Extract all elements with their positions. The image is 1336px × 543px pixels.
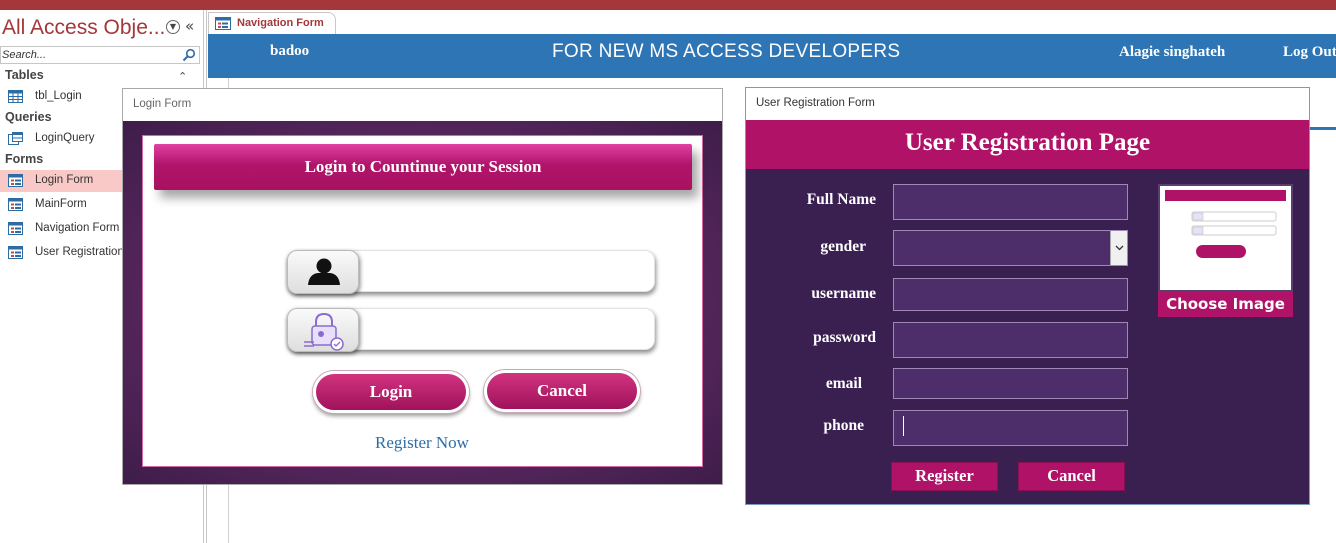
gender-select[interactable] bbox=[893, 230, 1128, 266]
password-field[interactable] bbox=[287, 308, 655, 352]
cancel-button[interactable]: Cancel bbox=[484, 370, 640, 412]
search-placeholder: Search... bbox=[2, 49, 47, 61]
group-tables[interactable]: Tables bbox=[5, 68, 44, 82]
label-phone: phone bbox=[823, 417, 865, 434]
dropdown-button[interactable] bbox=[1110, 231, 1127, 265]
register-now-link[interactable]: Register Now bbox=[375, 433, 469, 453]
form-header: badoo FOR NEW MS ACCESS DEVELOPERS Alagi… bbox=[208, 34, 1336, 78]
label-email: email bbox=[825, 375, 862, 392]
registration-heading: User Registration Page bbox=[904, 129, 1151, 156]
username-input[interactable] bbox=[893, 278, 1128, 311]
user-icon bbox=[287, 250, 359, 294]
nav-collapse-icon[interactable]: « bbox=[185, 17, 194, 35]
table-icon bbox=[8, 90, 23, 103]
registration-form-window: User Registration Form User Registration… bbox=[745, 87, 1310, 505]
login-form-window: Login Form Login to Countinue your Sessi… bbox=[122, 88, 723, 485]
login-card: Login to Countinue your Session Login Ca… bbox=[142, 135, 703, 467]
registration-heading-banner: User Registration Page bbox=[746, 120, 1309, 169]
chevron-down-icon bbox=[1115, 245, 1124, 251]
form-icon bbox=[8, 198, 23, 211]
group-forms[interactable]: Forms bbox=[5, 152, 43, 166]
window-title[interactable]: Login Form bbox=[133, 98, 191, 110]
nav-item-label: Navigation Form bbox=[35, 222, 120, 234]
logout-link[interactable]: Log Out bbox=[1283, 44, 1336, 61]
password-input[interactable] bbox=[893, 322, 1128, 358]
query-icon bbox=[8, 132, 23, 145]
login-heading: Login to Countinue your Session bbox=[304, 157, 542, 176]
divider-line bbox=[1308, 127, 1336, 130]
register-button[interactable]: Register bbox=[891, 462, 998, 491]
nav-item-label: MainForm bbox=[35, 198, 87, 210]
login-button[interactable]: Login bbox=[313, 371, 469, 413]
nav-item-label: Login Form bbox=[35, 174, 94, 186]
header-user-short: badoo bbox=[270, 43, 310, 59]
label-username: username bbox=[811, 285, 876, 302]
image-preview[interactable] bbox=[1158, 184, 1293, 292]
label-full-name: Full Name bbox=[806, 191, 876, 208]
phone-input[interactable] bbox=[893, 410, 1128, 446]
form-icon bbox=[215, 17, 231, 30]
choose-image-button[interactable]: Choose Image bbox=[1158, 292, 1293, 317]
login-heading-banner: Login to Countinue your Session bbox=[154, 144, 692, 190]
registration-cancel-button[interactable]: Cancel bbox=[1018, 462, 1125, 491]
form-icon bbox=[8, 246, 23, 259]
search-icon[interactable] bbox=[182, 48, 196, 62]
lock-icon bbox=[287, 308, 359, 352]
text-cursor bbox=[903, 416, 904, 436]
label-gender: gender bbox=[820, 238, 866, 255]
nav-dropdown-icon[interactable]: ▼ bbox=[166, 20, 180, 34]
registration-form-body: Full Name gender username password email… bbox=[746, 169, 1309, 504]
nav-item-label: User Registration bbox=[35, 246, 124, 258]
tab-navigation-form[interactable]: Navigation Form bbox=[208, 12, 336, 34]
window-title[interactable]: User Registration Form bbox=[756, 97, 875, 109]
image-thumbnail bbox=[1165, 190, 1286, 258]
full-name-input[interactable] bbox=[893, 184, 1128, 220]
nav-item-label: LoginQuery bbox=[35, 132, 95, 144]
email-input[interactable] bbox=[893, 368, 1128, 399]
nav-search-input[interactable]: Search... bbox=[0, 46, 200, 64]
username-field[interactable] bbox=[287, 250, 655, 294]
group-queries[interactable]: Queries bbox=[5, 110, 52, 124]
header-user-name: Alagie singhateh bbox=[1119, 44, 1226, 60]
tab-label: Navigation Form bbox=[237, 17, 324, 29]
login-form-body: Login to Countinue your Session Login Ca… bbox=[123, 121, 722, 484]
header-title: FOR NEW MS ACCESS DEVELOPERS bbox=[552, 41, 901, 62]
title-bar-strip bbox=[0, 0, 1336, 10]
form-icon bbox=[8, 222, 23, 235]
nav-item-label: tbl_Login bbox=[35, 90, 82, 102]
label-password: password bbox=[813, 329, 876, 346]
chevron-up-icon[interactable]: ⌃ bbox=[178, 70, 187, 83]
form-icon bbox=[8, 174, 23, 187]
nav-pane-title[interactable]: All Access Obje... bbox=[2, 16, 165, 40]
